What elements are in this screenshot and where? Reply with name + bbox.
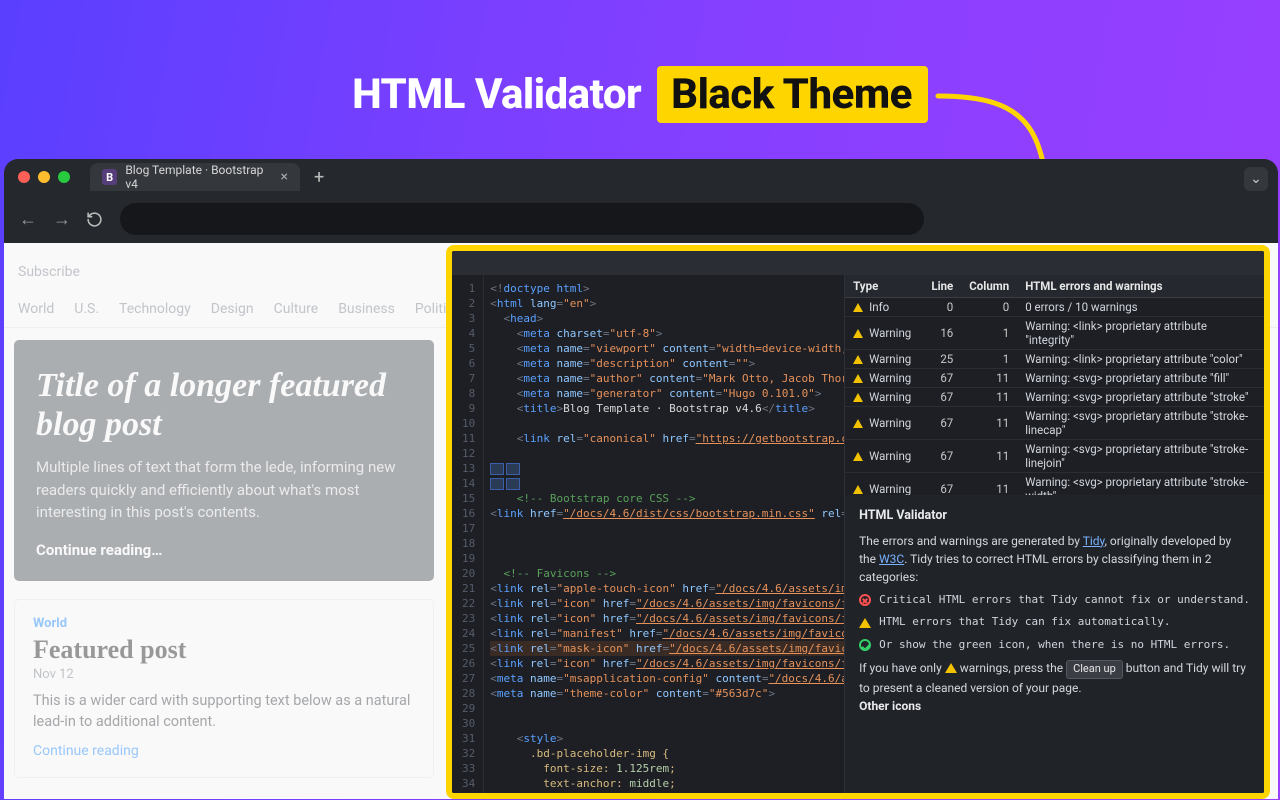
browser-tab[interactable]: B Blog Template · Bootstrap v4 × (90, 163, 300, 191)
promo-headline: HTML Validator Black Theme (0, 66, 1280, 123)
col-message[interactable]: HTML errors and warnings (1017, 275, 1264, 298)
warning-icon (853, 329, 863, 338)
errors-table[interactable]: Type Line Column HTML errors and warning… (845, 275, 1264, 495)
help-bullet-ok: Or show the green icon, when there is no… (859, 637, 1250, 654)
error-row[interactable]: Warning161Warning: <link> proprietary at… (845, 317, 1264, 350)
warning-icon (853, 355, 863, 364)
col-type[interactable]: Type (845, 275, 919, 298)
cleanup-button[interactable]: Clean up (1066, 660, 1123, 679)
help-title: HTML Validator (859, 507, 1250, 526)
error-row[interactable]: Warning6711Warning: <svg> proprietary at… (845, 369, 1264, 388)
back-button[interactable]: ← (18, 209, 38, 230)
col-line[interactable]: Line (919, 275, 961, 298)
favicon-icon: B (102, 169, 117, 185)
address-bar[interactable] (120, 203, 924, 235)
warning-icon (853, 374, 863, 383)
error-row[interactable]: Warning6711Warning: <svg> proprietary at… (845, 440, 1264, 473)
info-icon (853, 303, 863, 312)
browser-toolbar: ← → (4, 195, 1278, 243)
help-bullet-critical: Critical HTML errors that Tidy cannot fi… (859, 592, 1250, 609)
error-row[interactable]: Warning6711Warning: <svg> proprietary at… (845, 388, 1264, 407)
other-icons-label: Other icons (859, 697, 1250, 715)
ok-icon (859, 639, 871, 651)
warning-icon (853, 485, 863, 494)
source-code-pane[interactable]: 1234567891011121314151617181920212223242… (452, 275, 844, 793)
validator-panel: 1234567891011121314151617181920212223242… (446, 245, 1270, 799)
new-tab-button[interactable]: + (310, 167, 328, 188)
reload-button[interactable] (86, 211, 106, 228)
panel-topbar (452, 251, 1264, 275)
line-number-gutter: 1234567891011121314151617181920212223242… (452, 275, 484, 793)
warning-icon (859, 618, 871, 628)
close-window-icon[interactable] (18, 171, 30, 183)
col-column[interactable]: Column (961, 275, 1017, 298)
tab-strip: B Blog Template · Bootstrap v4 × + ⌄ (4, 159, 1278, 195)
traffic-lights (18, 171, 70, 183)
warning-icon (945, 663, 957, 673)
minimize-window-icon[interactable] (38, 171, 50, 183)
warning-icon (853, 393, 863, 402)
maximize-window-icon[interactable] (58, 171, 70, 183)
w3c-link[interactable]: W3C (879, 552, 904, 566)
browser-menu-icon[interactable]: ⌄ (1244, 167, 1268, 191)
warning-icon (853, 452, 863, 461)
help-footer: If you have only warnings, press the Cle… (859, 659, 1250, 697)
error-row[interactable]: Warning6711Warning: <svg> proprietary at… (845, 473, 1264, 496)
error-row[interactable]: Info000 errors / 10 warnings (845, 298, 1264, 317)
help-intro: The errors and warnings are generated by… (859, 532, 1250, 586)
headline-prefix: HTML Validator (352, 70, 641, 119)
forward-button[interactable]: → (52, 209, 72, 230)
headline-highlight: Black Theme (657, 66, 928, 123)
error-row[interactable]: Warning6711Warning: <svg> proprietary at… (845, 407, 1264, 440)
tidy-link[interactable]: Tidy (1083, 534, 1105, 548)
tab-title: Blog Template · Bootstrap v4 (125, 163, 272, 191)
source-code[interactable]: <!doctype html><html lang="en"> <head> <… (484, 275, 844, 793)
error-row[interactable]: Warning251Warning: <link> proprietary at… (845, 350, 1264, 369)
validator-results-pane: Type Line Column HTML errors and warning… (844, 275, 1264, 793)
validator-help-panel: HTML Validator The errors and warnings a… (845, 495, 1264, 793)
help-bullet-fixable: HTML errors that Tidy can fix automatica… (859, 614, 1250, 631)
warning-icon (853, 419, 863, 428)
close-tab-icon[interactable]: × (281, 169, 288, 185)
error-icon (859, 594, 871, 606)
